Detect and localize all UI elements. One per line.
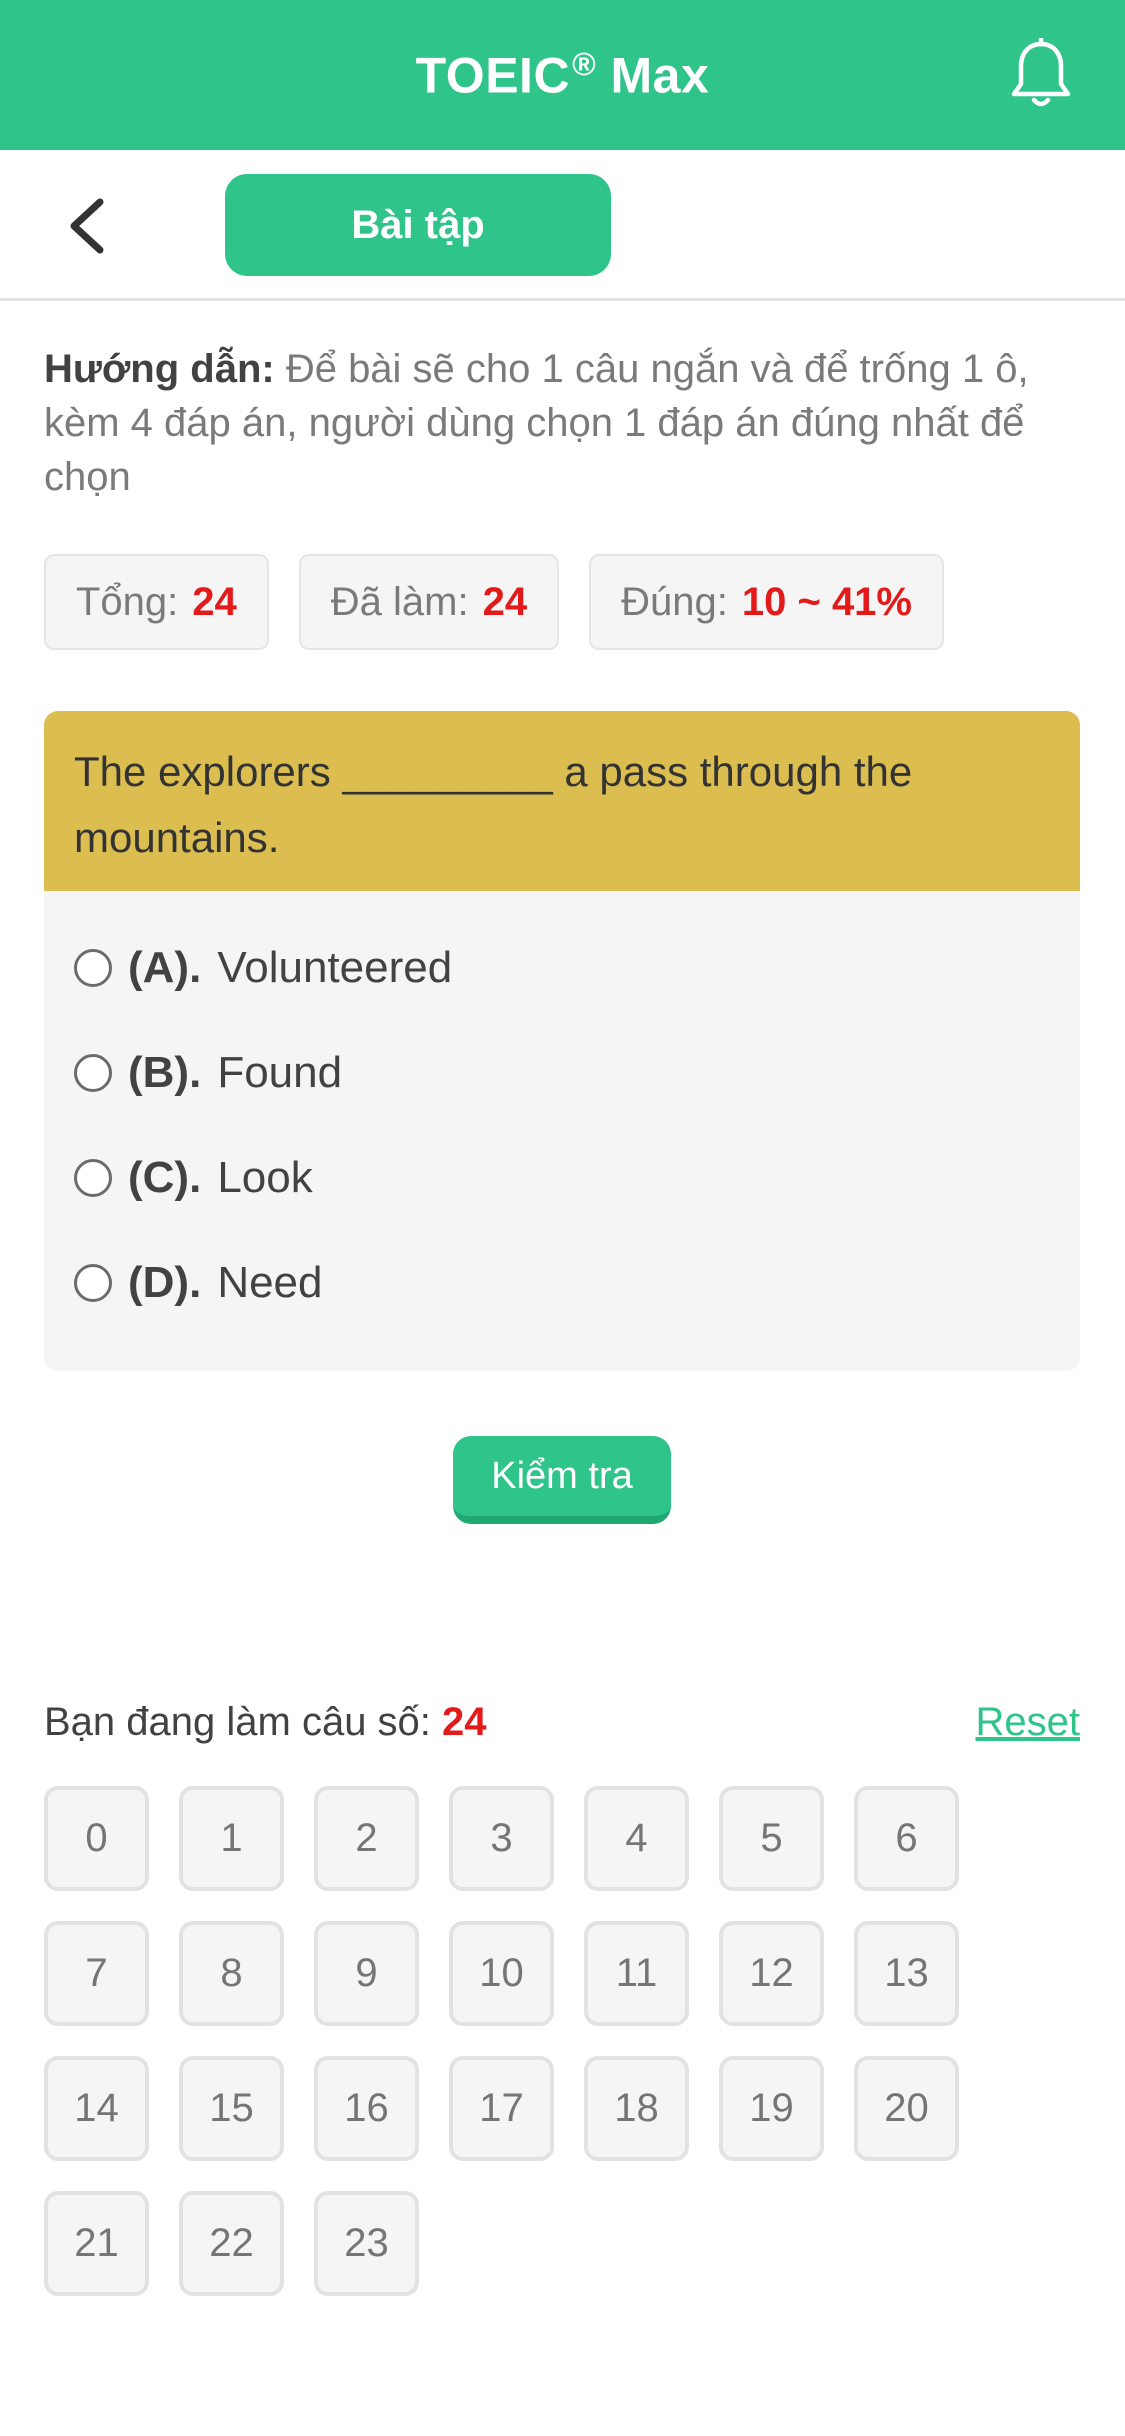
question-text: The explorers _________ a pass through t… — [44, 711, 1080, 891]
radio-button[interactable] — [74, 1053, 112, 1092]
question-number-button[interactable]: 8 — [179, 1921, 284, 2026]
question-number-button[interactable]: 10 — [449, 1921, 554, 2026]
bell-icon[interactable] — [1009, 38, 1073, 110]
stats-row: Tổng: 24 Đã làm: 24 Đúng: 10 ~ 41% — [44, 554, 944, 650]
radio-button[interactable] — [74, 1263, 112, 1302]
option-a[interactable]: (A). Volunteered — [44, 915, 1080, 1020]
question-number-button[interactable]: 16 — [314, 2056, 419, 2161]
radio-button[interactable] — [74, 948, 112, 987]
stat-total: Tổng: 24 — [44, 554, 269, 650]
sub-toolbar: Bài tập — [0, 150, 1125, 301]
option-b[interactable]: (B). Found — [44, 1020, 1080, 1125]
question-number-button[interactable]: 14 — [44, 2056, 149, 2161]
question-number-button[interactable]: 4 — [584, 1786, 689, 1891]
question-number-grid: 0 1 2 3 4 5 6 7 8 9 10 11 12 13 14 15 16 17 18 19 20 21 22 23 — [44, 1786, 1004, 2326]
app-title: TOEIC® Max — [415, 45, 710, 104]
stat-done-value: 24 — [482, 579, 528, 624]
question-number-button[interactable]: 18 — [584, 2056, 689, 2161]
question-number-button[interactable]: 17 — [449, 2056, 554, 2161]
question-number-button[interactable]: 15 — [179, 2056, 284, 2161]
question-number-button[interactable]: 5 — [719, 1786, 824, 1891]
stat-total-value: 24 — [192, 579, 237, 624]
stat-correct-value: 10 ~ 41% — [741, 579, 912, 624]
check-button[interactable]: Kiểm tra — [453, 1436, 671, 1524]
question-number-button[interactable]: 21 — [44, 2191, 149, 2296]
question-number-button[interactable]: 13 — [854, 1921, 959, 2026]
question-card: The explorers _________ a pass through t… — [44, 711, 1080, 1371]
chevron-left-icon[interactable] — [60, 194, 120, 258]
question-number-button[interactable]: 6 — [854, 1786, 959, 1891]
current-question-indicator: Bạn đang làm câu số: 24 — [44, 1700, 487, 1744]
question-number-button[interactable]: 22 — [179, 2191, 284, 2296]
option-c[interactable]: (C). Look — [44, 1125, 1080, 1230]
answer-options: (A). Volunteered (B). Found (C). Look (D… — [44, 891, 1080, 1335]
question-number-button[interactable]: 23 — [314, 2191, 419, 2296]
question-number-button[interactable]: 19 — [719, 2056, 824, 2161]
reset-link[interactable]: Reset — [976, 1700, 1081, 1745]
stat-correct: Đúng: 10 ~ 41% — [589, 554, 944, 650]
stat-done: Đã làm: 24 — [298, 554, 560, 650]
question-number-button[interactable]: 11 — [584, 1921, 689, 2026]
option-d[interactable]: (D). Need — [44, 1230, 1080, 1335]
question-number-button[interactable]: 3 — [449, 1786, 554, 1891]
current-question-number: 24 — [442, 1700, 487, 1744]
question-number-button[interactable]: 2 — [314, 1786, 419, 1891]
question-number-button[interactable]: 12 — [719, 1921, 824, 2026]
tab-exercises[interactable]: Bài tập — [225, 174, 611, 276]
app-header: TOEIC® Max — [0, 0, 1125, 150]
question-number-button[interactable]: 0 — [44, 1786, 149, 1891]
instructions: Hướng dẫn: Để bài sẽ cho 1 câu ngắn và đ… — [44, 342, 1080, 504]
radio-button[interactable] — [74, 1158, 112, 1197]
question-number-button[interactable]: 9 — [314, 1921, 419, 2026]
instructions-label: Hướng dẫn: — [44, 347, 275, 391]
question-number-button[interactable]: 1 — [179, 1786, 284, 1891]
question-number-button[interactable]: 7 — [44, 1921, 149, 2026]
question-number-button[interactable]: 20 — [854, 2056, 959, 2161]
